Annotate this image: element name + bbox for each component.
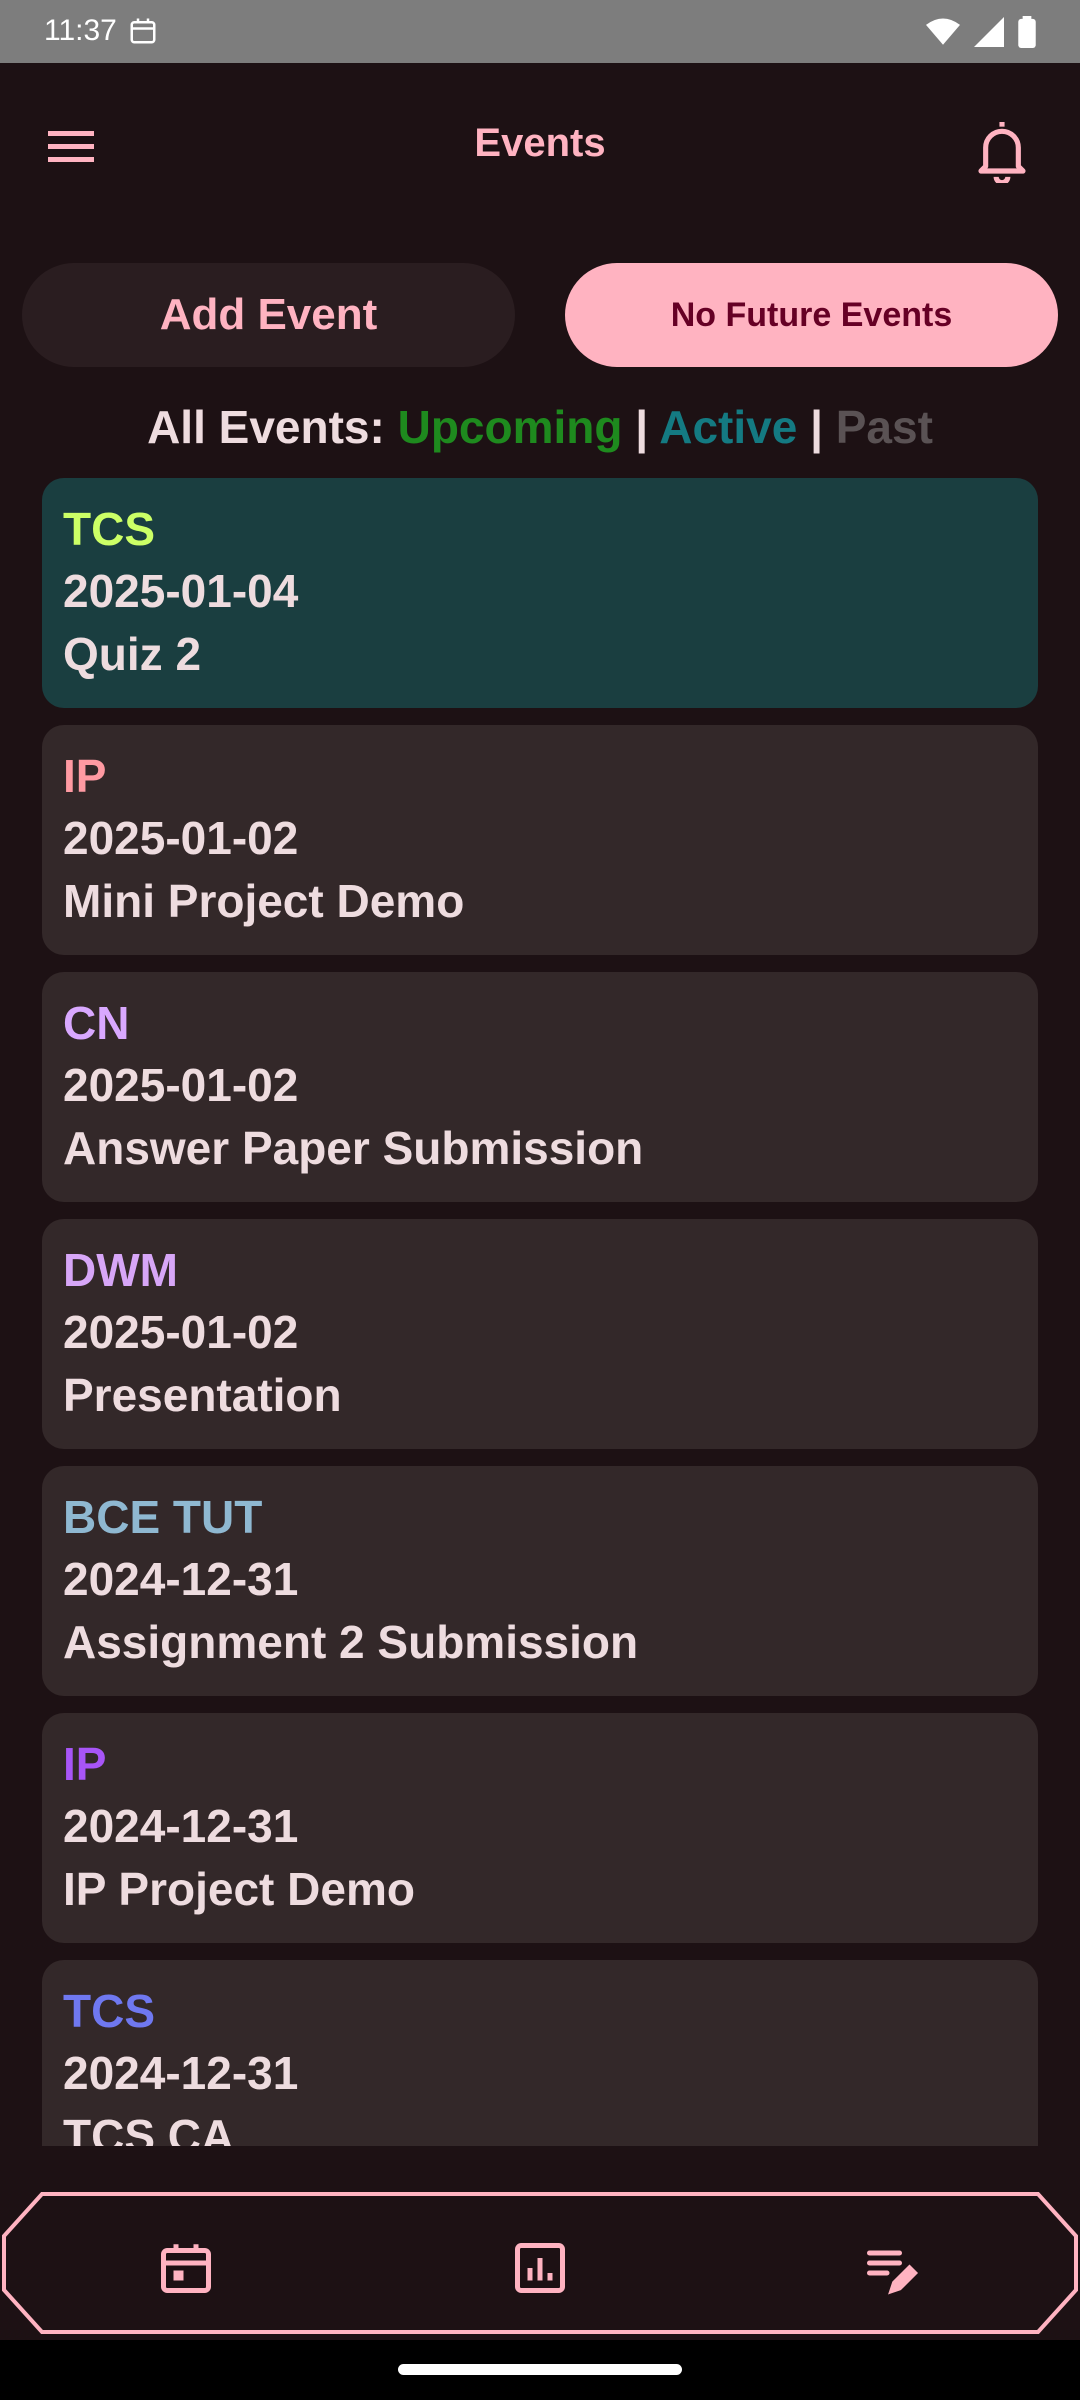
event-name: Quiz 2 [63,628,202,680]
edit-notes-icon [867,2250,919,2295]
event-name: IP Project Demo [63,1863,415,1915]
event-name: Assignment 2 Submission [63,1616,639,1668]
nav-stats-button[interactable] [510,2238,570,2298]
filter-prefix: All Events: [147,401,385,453]
event-tag: IP [63,750,107,802]
calendar-sync-icon [128,16,158,51]
event-date: 2024-12-31 [63,2047,299,2099]
status-time: 11:37 [44,14,117,47]
no-future-events-button[interactable]: No Future Events [565,263,1058,367]
event-tag: IP [63,1738,107,1790]
event-card[interactable]: TCS 2025-01-04 Quiz 2 [42,478,1038,708]
page-title: Events [474,121,606,165]
event-tag: TCS [63,503,155,555]
event-tag: BCE TUT [63,1491,263,1543]
event-name: Answer Paper Submission [63,1122,644,1174]
event-date: 2025-01-02 [63,1306,299,1358]
notifications-button[interactable] [974,117,1030,186]
bottom-navigation [0,2190,1080,2340]
wifi-icon [926,17,960,52]
nav-calendar-button[interactable] [156,2238,216,2298]
cell-signal-icon [974,17,1004,52]
event-date: 2025-01-02 [63,812,299,864]
event-card[interactable]: BCE TUT 2024-12-31 Assignment 2 Submissi… [42,1466,1038,1696]
event-tag: DWM [63,1244,178,1296]
app-bar: Events [0,63,1080,233]
filter-separator: | [635,401,649,453]
event-card[interactable]: CN 2025-01-02 Answer Paper Submission [42,972,1038,1202]
event-card[interactable]: DWM 2025-01-02 Presentation [42,1219,1038,1449]
event-card[interactable]: IP 2025-01-02 Mini Project Demo [42,725,1038,955]
add-event-button[interactable]: Add Event [22,263,515,367]
filter-upcoming[interactable]: Upcoming [398,401,623,453]
event-tag: TCS [63,1985,155,2037]
filter-active[interactable]: Active [659,401,797,453]
event-filter-bar: All Events: Upcoming | Active | Past [0,400,1080,454]
event-name: TCS CA [63,2110,235,2146]
event-tag: CN [63,997,130,1049]
gesture-handle[interactable] [398,2364,682,2375]
event-card[interactable]: IP 2024-12-31 IP Project Demo [42,1713,1038,1943]
chart-icon [515,2243,565,2293]
event-date: 2025-01-04 [63,565,299,617]
event-date: 2024-12-31 [63,1800,299,1852]
battery-icon [1018,16,1036,53]
filter-separator: | [810,401,823,453]
event-name: Mini Project Demo [63,875,465,927]
event-date: 2025-01-02 [63,1059,299,1111]
status-bar: 11:37 [0,0,1080,63]
calendar-icon [161,2244,211,2293]
events-list[interactable]: TCS 2025-01-04 Quiz 2 IP 2025-01-02 Mini… [42,478,1038,2146]
filter-past[interactable]: Past [836,401,933,453]
event-date: 2024-12-31 [63,1553,299,1605]
event-name: Presentation [63,1369,342,1421]
nav-notes-button[interactable] [862,2238,922,2298]
bell-icon [978,122,1026,186]
event-card[interactable]: TCS 2024-12-31 TCS CA [42,1960,1038,2146]
